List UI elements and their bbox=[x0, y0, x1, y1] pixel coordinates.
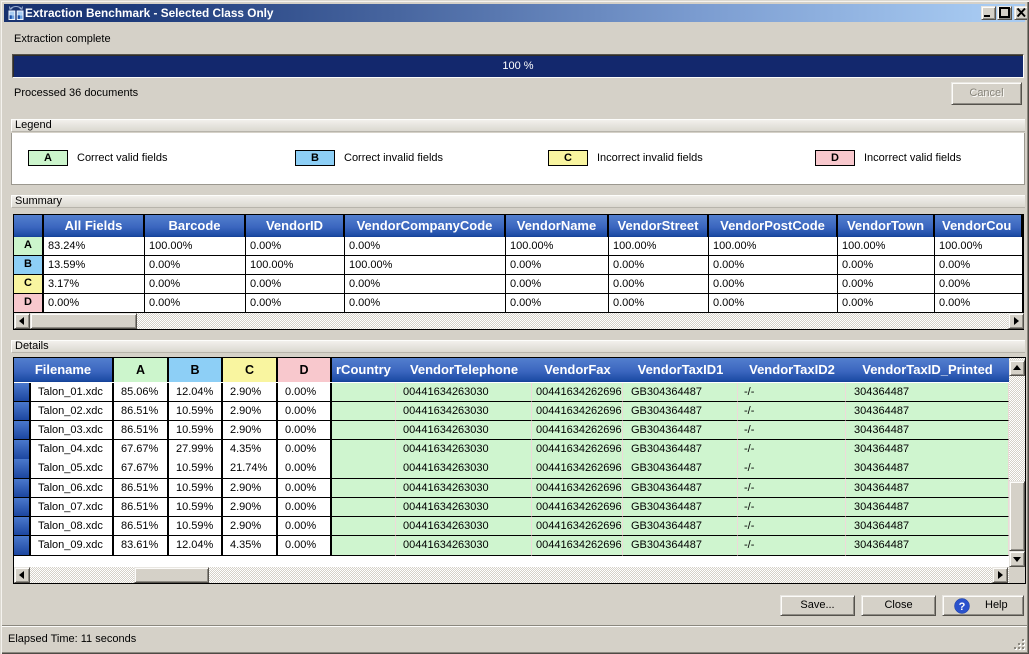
svg-text:?: ? bbox=[959, 601, 966, 613]
